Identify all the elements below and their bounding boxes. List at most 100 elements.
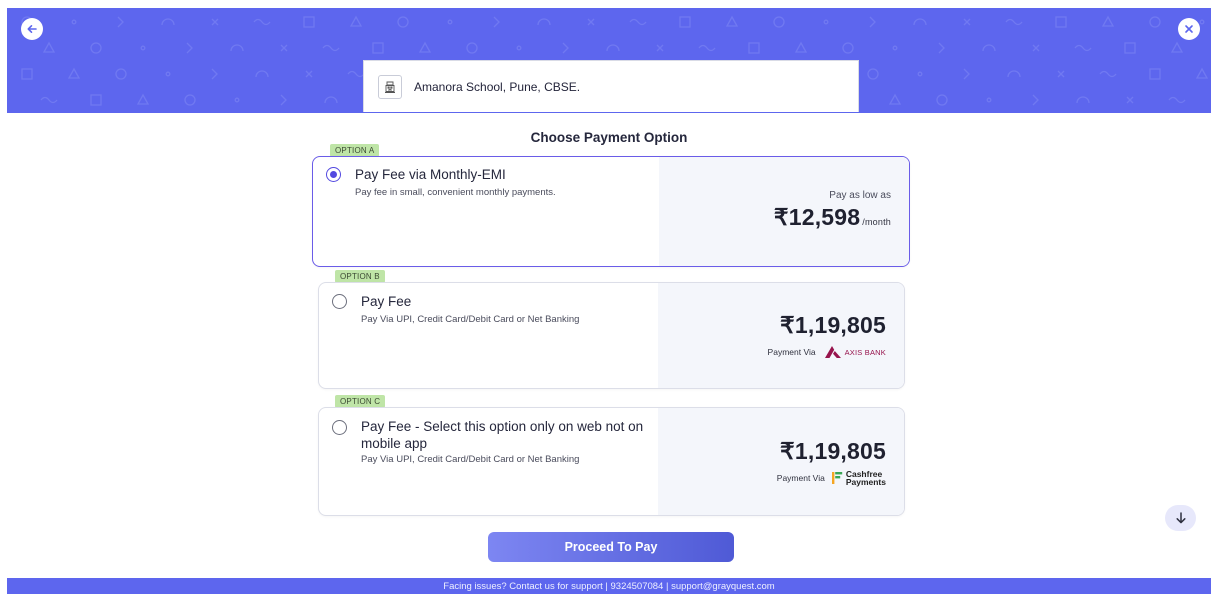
pattern-shape [938,42,945,54]
option-c-description: Pay Via UPI, Credit Card/Debit Card or N… [361,454,580,465]
payment-via-label: Payment Via [776,473,825,483]
pattern-shape [888,93,902,105]
option-c-radio[interactable] [332,420,347,435]
pattern-shape [418,41,432,53]
option-a-info: Pay Fee via Monthly-EMI Pay fee in small… [313,157,653,266]
close-icon [1185,25,1193,33]
pattern-shape [67,67,81,79]
close-button[interactable] [1178,18,1200,40]
pattern-shape [280,44,288,52]
option-b-description: Pay Via UPI, Credit Card/Debit Card or N… [361,314,580,325]
pattern-shape [1199,19,1205,25]
pattern-shape [322,44,340,52]
cashfree-text: Cashfree Payments [845,470,886,487]
option-c-card[interactable]: Pay Fee - Select this option only on web… [318,407,905,516]
option-a-amount: ₹12,598/month [774,204,891,231]
option-c-amount: ₹1,19,805 [780,438,886,464]
pattern-shape [587,18,595,26]
pattern-shape [1074,44,1092,52]
pattern-shape [90,94,102,106]
option-a-title: Pay Fee via Monthly-EMI [355,167,506,182]
pattern-shape [305,70,313,78]
pattern-shape [1149,68,1161,80]
support-footer: Facing issues? Contact us for support | … [7,578,1211,594]
pattern-shape [1032,94,1039,106]
pattern-shape [161,18,175,26]
pattern-shape [963,68,970,80]
payment-via-label: Payment Via [767,347,816,357]
pattern-shape [40,96,58,104]
axis-bank-text: AXIS BANK [844,347,886,357]
pattern-shape [982,44,996,52]
pattern-shape [447,19,453,25]
pattern-shape [1168,96,1186,104]
option-c-payment-via: Payment Via Cashfree Payments [776,470,886,487]
pattern-shape [347,70,365,78]
pattern-shape [1099,70,1117,78]
proceed-to-pay-button[interactable]: Proceed To Pay [488,532,734,562]
pattern-shape [211,18,219,26]
pattern-shape [748,42,760,54]
option-a-radio[interactable] [326,167,341,182]
pattern-shape [892,45,898,51]
pattern-shape [794,41,808,53]
pattern-shape [1170,41,1184,53]
pattern-shape [230,44,244,52]
pattern-shape [140,45,146,51]
option-a-amount-value: ₹12,598 [773,204,861,230]
pattern-shape [773,16,785,28]
arrow-left-icon [27,25,37,33]
pattern-shape [42,41,56,53]
pattern-shape [466,42,478,54]
pattern-shape [71,19,77,25]
option-b-card[interactable]: Pay Fee Pay Via UPI, Credit Card/Debit C… [318,282,905,389]
pattern-shape [349,15,363,27]
pattern-shape [656,44,664,52]
pattern-shape [397,16,409,28]
pattern-shape [679,16,691,28]
pattern-shape [1195,67,1209,79]
pattern-shape [606,44,620,52]
pattern-shape [867,68,879,80]
pattern-shape [493,16,500,28]
cashfree-line2: Payments [845,477,886,487]
scroll-down-button[interactable] [1165,505,1196,531]
pattern-shape [629,18,647,26]
option-b-price-panel: ₹1,19,805 Payment Via AXIS BANK [658,283,904,388]
pattern-shape [253,18,271,26]
option-a-card[interactable]: Pay Fee via Monthly-EMI Pay fee in small… [312,156,910,267]
pattern-shape [823,19,829,25]
option-b-radio[interactable] [332,294,347,309]
pattern-shape [186,42,193,54]
pattern-shape [324,96,338,104]
back-button[interactable] [21,18,43,40]
school-name: Amanora School, Pune, CBSE. [414,79,581,94]
pattern-shape [372,42,384,54]
option-a-price-panel: Pay as low as ₹12,598/month [659,157,909,266]
pattern-shape [1101,15,1115,27]
arrow-down-icon [1175,512,1186,524]
pattern-shape [90,42,102,54]
pattern-shape [1124,42,1136,54]
pattern-shape [1005,18,1023,26]
pattern-shape [303,16,315,28]
option-b-amount: ₹1,19,805 [780,312,886,338]
option-b-title: Pay Fee [361,294,412,309]
pattern-shape [913,18,927,26]
pattern-shape [1007,70,1021,78]
school-building-icon [378,74,402,99]
pattern-shape [936,94,948,106]
pattern-shape [234,97,240,103]
pattern-shape [986,97,992,103]
pattern-shape [117,16,124,28]
pattern-shape [1076,96,1090,104]
pattern-shape [562,42,569,54]
pattern-shape [1055,16,1067,28]
pattern-shape [1149,16,1161,28]
pay-as-low-as-label: Pay as low as [829,190,891,201]
option-b-payment-via: Payment Via AXIS BANK [768,345,886,359]
pattern-shape [211,68,218,80]
pattern-shape [516,45,522,51]
axis-bank-logo: AXIS BANK [824,345,886,359]
pattern-shape [115,68,127,80]
